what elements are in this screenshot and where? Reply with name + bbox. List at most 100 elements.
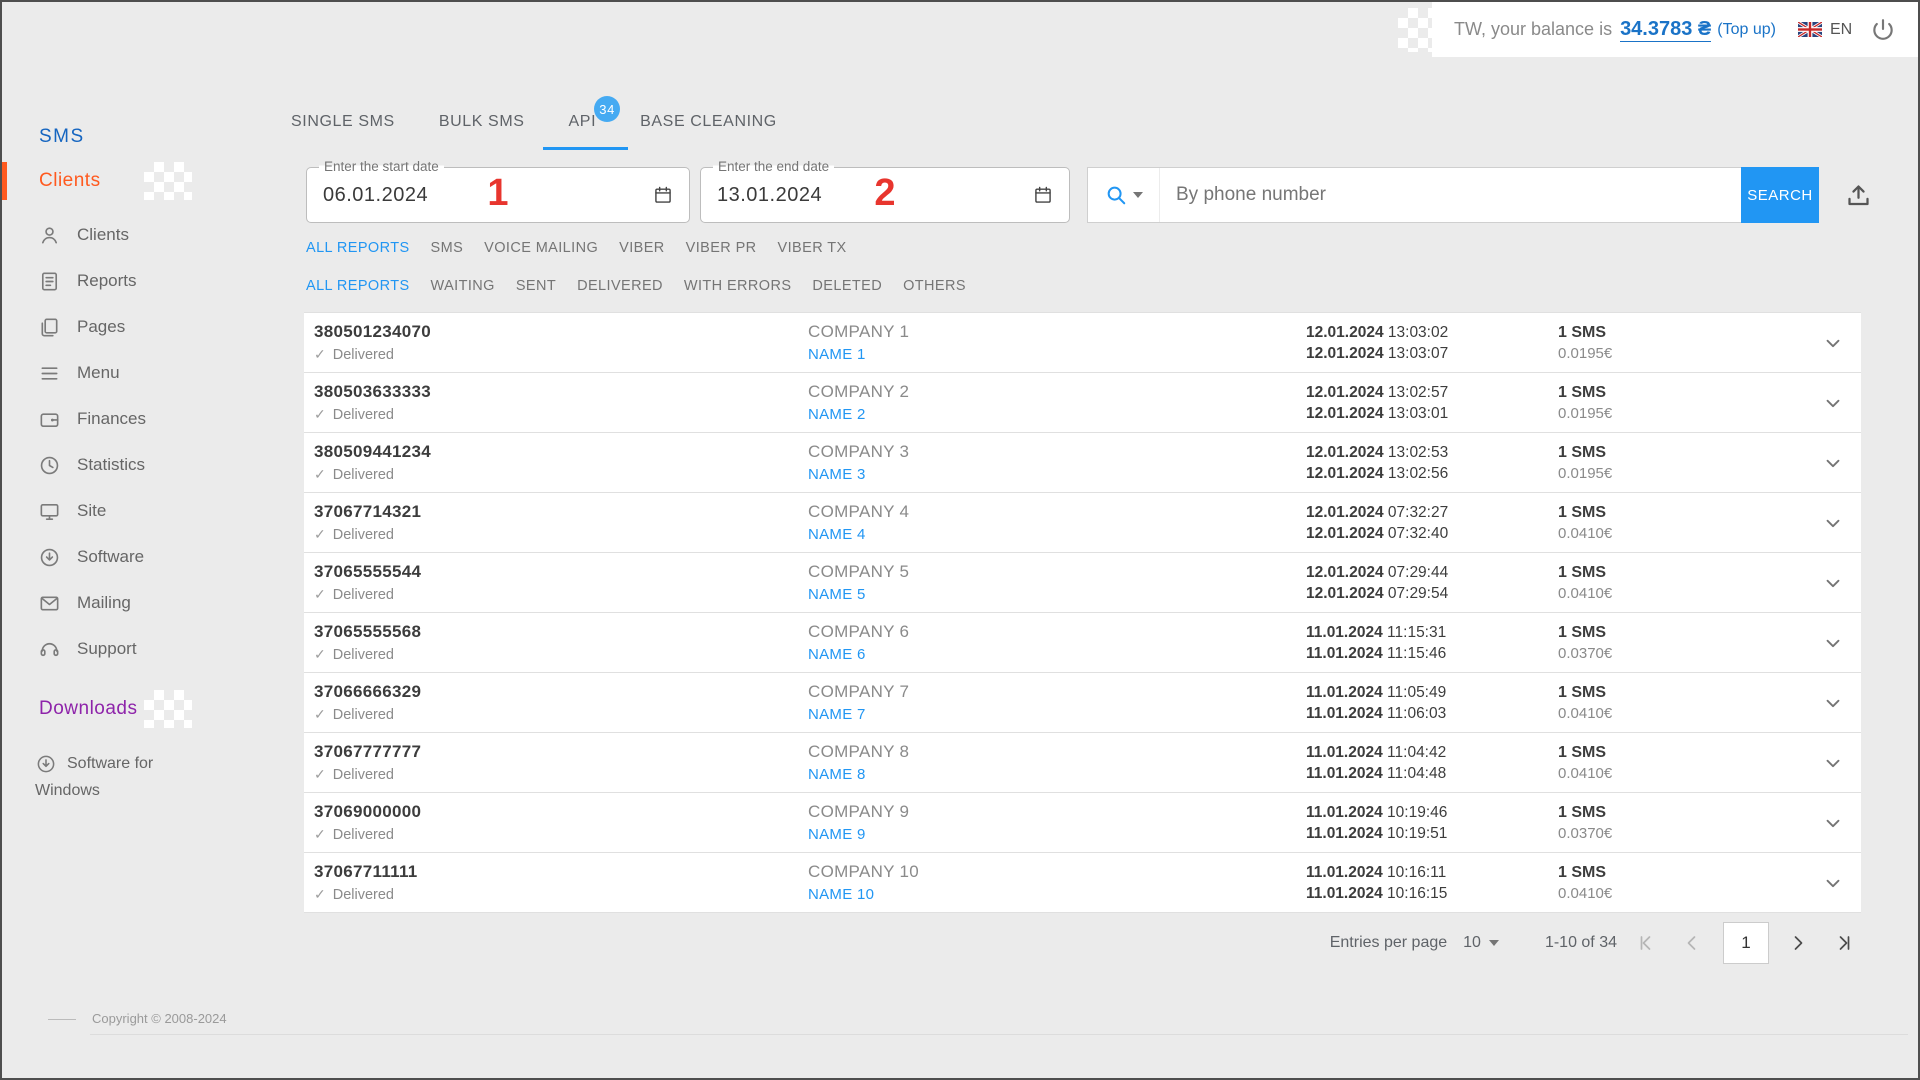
delivery-status: ✓ Delivered [314, 706, 808, 723]
power-icon[interactable] [1870, 17, 1896, 43]
app-window: TW, your balance is 34.3783 ₴ (Top up) E… [0, 0, 1920, 1080]
search-type-dropdown[interactable] [1088, 168, 1160, 222]
table-row[interactable]: 37067711111 ✓ Delivered COMPANY 10 NAME 1… [304, 853, 1861, 913]
chevron-down-icon[interactable] [1822, 452, 1844, 474]
chevron-down-icon[interactable] [1822, 572, 1844, 594]
search-button[interactable]: SEARCH [1741, 167, 1819, 223]
sidebar-item[interactable]: Finances [2, 396, 287, 442]
prev-page-button[interactable] [1675, 926, 1709, 960]
table-row[interactable]: 37065555568 ✓ Delivered COMPANY 6 NAME 6 … [304, 613, 1861, 673]
sidebar-item[interactable]: Mailing [2, 580, 287, 626]
filter-chip[interactable]: ALL REPORTS [306, 278, 410, 294]
table-row[interactable]: 37069000000 ✓ Delivered COMPANY 9 NAME 9 … [304, 793, 1861, 853]
sidebar-item[interactable]: Menu [2, 350, 287, 396]
sender-name-link[interactable]: NAME 1 [808, 346, 866, 363]
filter-chip[interactable]: OTHERS [903, 278, 966, 294]
status-label: Delivered [332, 466, 394, 483]
phone-number: 37067711111 [314, 862, 418, 881]
first-page-button[interactable] [1629, 926, 1663, 960]
tab[interactable]: API 34 [542, 94, 628, 150]
calendar-icon[interactable] [1033, 185, 1053, 205]
tab[interactable]: SINGLE SMS [287, 94, 399, 150]
sidebar-section-sms[interactable]: SMS [39, 126, 85, 148]
filter-chip[interactable]: SENT [516, 278, 556, 294]
filter-chip[interactable]: ALL REPORTS [306, 240, 410, 256]
sidebar-item[interactable]: Support [2, 626, 287, 672]
sms-price: 0.0195€ [1558, 404, 1613, 422]
status-label: Delivered [332, 706, 394, 723]
phone-cell: 37065555544 ✓ Delivered [314, 562, 808, 603]
sender-name-link[interactable]: NAME 5 [808, 586, 866, 603]
sms-count: 1 SMS [1558, 803, 1607, 821]
sender-name-link[interactable]: NAME 10 [808, 886, 874, 903]
current-page-input[interactable]: 1 [1723, 922, 1769, 964]
last-page-button[interactable] [1827, 926, 1861, 960]
chevron-down-icon[interactable] [1822, 512, 1844, 534]
table-row[interactable]: 37066666329 ✓ Delivered COMPANY 7 NAME 7 … [304, 673, 1861, 733]
sent-datetime: 12.01.2024 13:02:53 [1306, 443, 1449, 461]
sidebar-item[interactable]: Software [2, 534, 287, 580]
filter-chip[interactable]: SMS [431, 240, 464, 256]
sidebar-item[interactable]: Clients [2, 212, 287, 258]
filter-chip[interactable]: VIBER PR [686, 240, 757, 256]
sidebar-item[interactable]: Pages [2, 304, 287, 350]
sidebar-item-software-for-windows[interactable]: Software for Windows [2, 750, 192, 804]
delivery-status: ✓ Delivered [314, 826, 808, 843]
calendar-icon[interactable] [653, 185, 673, 205]
filter-chip[interactable]: WAITING [431, 278, 495, 294]
company-cell: COMPANY 2 NAME 2 [808, 382, 1306, 424]
entries-per-page-select[interactable]: 10 [1463, 934, 1499, 952]
count-cell: 1 SMS 0.0410€ [1558, 504, 1805, 542]
sender-name-link[interactable]: NAME 3 [808, 466, 866, 483]
chevron-down-icon[interactable] [1822, 872, 1844, 894]
chevron-down-icon[interactable] [1822, 752, 1844, 774]
sender-name-link[interactable]: NAME 4 [808, 526, 866, 543]
search-input[interactable] [1160, 168, 1741, 222]
start-date-value[interactable]: 06.01.2024 [323, 184, 653, 207]
filter-chip[interactable]: DELETED [812, 278, 882, 294]
balance-amount[interactable]: 34.3783 ₴ [1620, 18, 1712, 42]
filter-chip[interactable]: VIBER [619, 240, 665, 256]
delivered-datetime: 11.01.2024 11:04:48 [1306, 764, 1447, 782]
table-row[interactable]: 37065555544 ✓ Delivered COMPANY 5 NAME 5 … [304, 553, 1861, 613]
sms-price: 0.0370€ [1558, 824, 1613, 842]
sender-name-link[interactable]: NAME 8 [808, 766, 866, 783]
language-selector[interactable]: EN [1830, 21, 1852, 39]
table-row[interactable]: 380501234070 ✓ Delivered COMPANY 1 NAME 1… [304, 313, 1861, 373]
end-date-value[interactable]: 13.01.2024 [717, 184, 1033, 207]
chevron-down-icon[interactable] [1822, 332, 1844, 354]
start-date-field[interactable]: Enter the start date 06.01.2024 1 [306, 159, 690, 223]
next-page-button[interactable] [1781, 926, 1815, 960]
table-row[interactable]: 37067714321 ✓ Delivered COMPANY 4 NAME 4 … [304, 493, 1861, 553]
table-row[interactable]: 380509441234 ✓ Delivered COMPANY 3 NAME 3… [304, 433, 1861, 493]
chevron-down-icon[interactable] [1822, 812, 1844, 834]
company-name: COMPANY 9 [808, 801, 910, 821]
chevron-down-icon[interactable] [1822, 632, 1844, 654]
table-row[interactable]: 380503633333 ✓ Delivered COMPANY 2 NAME 2… [304, 373, 1861, 433]
tab[interactable]: BASE CLEANING [636, 94, 781, 150]
end-date-field[interactable]: Enter the end date 13.01.2024 2 [700, 159, 1070, 223]
sender-name-link[interactable]: NAME 6 [808, 646, 866, 663]
table-row[interactable]: 37067777777 ✓ Delivered COMPANY 8 NAME 8 … [304, 733, 1861, 793]
sender-name-link[interactable]: NAME 2 [808, 406, 866, 423]
sidebar-item[interactable]: Site [2, 488, 287, 534]
phone-number: 380503633333 [314, 382, 432, 401]
sidebar-item[interactable]: Statistics [2, 442, 287, 488]
chevron-down-icon[interactable] [1822, 392, 1844, 414]
sender-name-link[interactable]: NAME 9 [808, 826, 866, 843]
filter-chip[interactable]: VOICE MAILING [484, 240, 598, 256]
company-cell: COMPANY 10 NAME 10 [808, 862, 1306, 904]
upload-icon[interactable] [1845, 182, 1872, 209]
sms-count: 1 SMS [1558, 323, 1607, 341]
tab[interactable]: BULK SMS [435, 94, 529, 150]
filter-chip[interactable]: WITH ERRORS [684, 278, 792, 294]
top-bar: TW, your balance is 34.3783 ₴ (Top up) E… [1398, 2, 1918, 57]
sidebar-item[interactable]: Reports [2, 258, 287, 304]
topup-link[interactable]: (Top up) [1717, 21, 1776, 39]
sender-name-link[interactable]: NAME 7 [808, 706, 866, 723]
checker-decoration [144, 162, 192, 200]
chevron-down-icon[interactable] [1822, 692, 1844, 714]
filter-chip[interactable]: DELIVERED [577, 278, 663, 294]
phone-cell: 37069000000 ✓ Delivered [314, 802, 808, 843]
filter-chip[interactable]: VIBER TX [778, 240, 847, 256]
